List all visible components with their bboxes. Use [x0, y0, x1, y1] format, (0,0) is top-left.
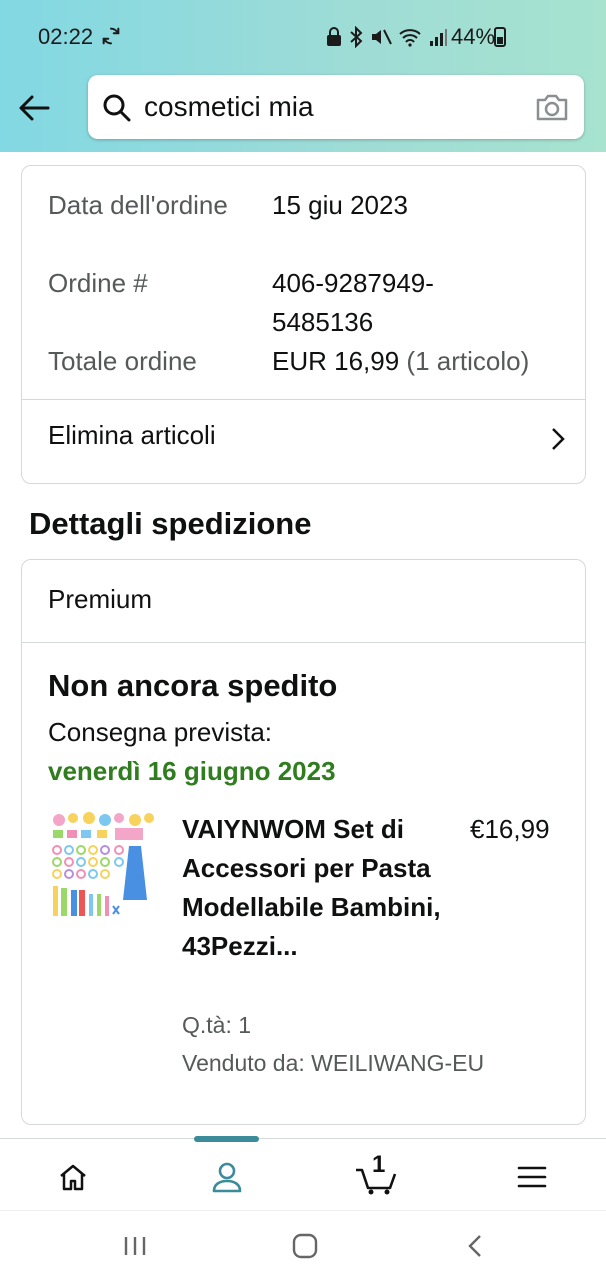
mute-icon	[372, 29, 392, 45]
status-bar: 02:22 44%	[0, 0, 606, 76]
product-quantity: Q.tà: 1	[182, 1012, 252, 1038]
back-button[interactable]	[14, 88, 54, 128]
wifi-icon	[399, 29, 421, 47]
product-title-link[interactable]: VAIYNWOM Set di Accessori per Pasta Mode…	[182, 810, 452, 966]
divider	[22, 642, 585, 643]
remove-items-link[interactable]: Elimina articoli	[48, 420, 216, 451]
nav-cart[interactable]: 1	[354, 1151, 400, 1197]
home-icon	[60, 1164, 86, 1191]
account-icon	[212, 1162, 242, 1193]
system-back-button[interactable]	[460, 1231, 490, 1261]
product-price: €16,99	[470, 814, 550, 844]
shipment-section-title: Dettagli spedizione	[29, 506, 312, 541]
home-circle-icon	[292, 1233, 318, 1259]
menu-icon	[517, 1166, 547, 1188]
delivery-date: venerdì 16 giugno 2023	[48, 756, 336, 786]
order-date-label: Data dell'ordine	[48, 190, 228, 220]
signal-icon	[430, 29, 447, 46]
product-image[interactable]	[49, 810, 159, 920]
bluetooth-icon	[350, 26, 363, 48]
battery-icon	[494, 27, 506, 47]
home-button[interactable]	[290, 1231, 320, 1261]
shipment-status: Non ancora spedito	[48, 668, 338, 703]
recent-apps-icon	[124, 1237, 146, 1255]
status-time: 02:22	[38, 24, 94, 49]
recent-apps-button[interactable]	[120, 1231, 150, 1261]
order-total-value: EUR 16,99	[272, 346, 400, 376]
sync-icon	[102, 27, 120, 45]
order-number-value: 406-9287949-5485136	[272, 268, 434, 337]
active-tab-indicator	[194, 1136, 259, 1142]
chevron-right-icon[interactable]	[549, 426, 567, 452]
order-number-label: Ordine #	[48, 268, 148, 298]
delivery-label: Consegna prevista:	[48, 717, 273, 747]
search-bar[interactable]: cosmetici mia	[88, 75, 584, 139]
shipping-tier: Premium	[48, 584, 153, 614]
order-summary-card: Data dell'ordine 15 giu 2023 Ordine # 40…	[21, 165, 586, 484]
nav-home[interactable]	[53, 1157, 93, 1197]
order-total: EUR 16,99 (1 articolo)	[272, 342, 572, 381]
bottom-navigation: 1	[0, 1136, 606, 1210]
order-total-label: Totale ordine	[48, 346, 197, 376]
lock-icon	[327, 27, 341, 46]
battery-level: 44%	[451, 24, 496, 49]
product-seller: Venduto da: WEILIWANG-EU	[182, 1050, 485, 1076]
camera-icon[interactable]	[534, 91, 570, 123]
shipment-card: Premium Non ancora spedito Consegna prev…	[21, 559, 586, 1125]
arrow-left-icon	[19, 95, 50, 121]
chevron-left-icon	[468, 1235, 481, 1257]
search-icon	[103, 94, 131, 122]
status-icons	[326, 26, 448, 48]
search-input[interactable]: cosmetici mia	[144, 91, 314, 123]
divider	[22, 399, 585, 400]
nav-account[interactable]	[207, 1157, 247, 1197]
order-date-value: 15 giu 2023	[272, 190, 408, 220]
cart-count: 1	[372, 1151, 386, 1178]
system-navigation-bar	[0, 1210, 606, 1280]
order-item-count: (1 articolo)	[406, 346, 530, 376]
app-header: 02:22 44% cosmetici mia	[0, 0, 606, 152]
nav-menu[interactable]	[512, 1157, 552, 1197]
